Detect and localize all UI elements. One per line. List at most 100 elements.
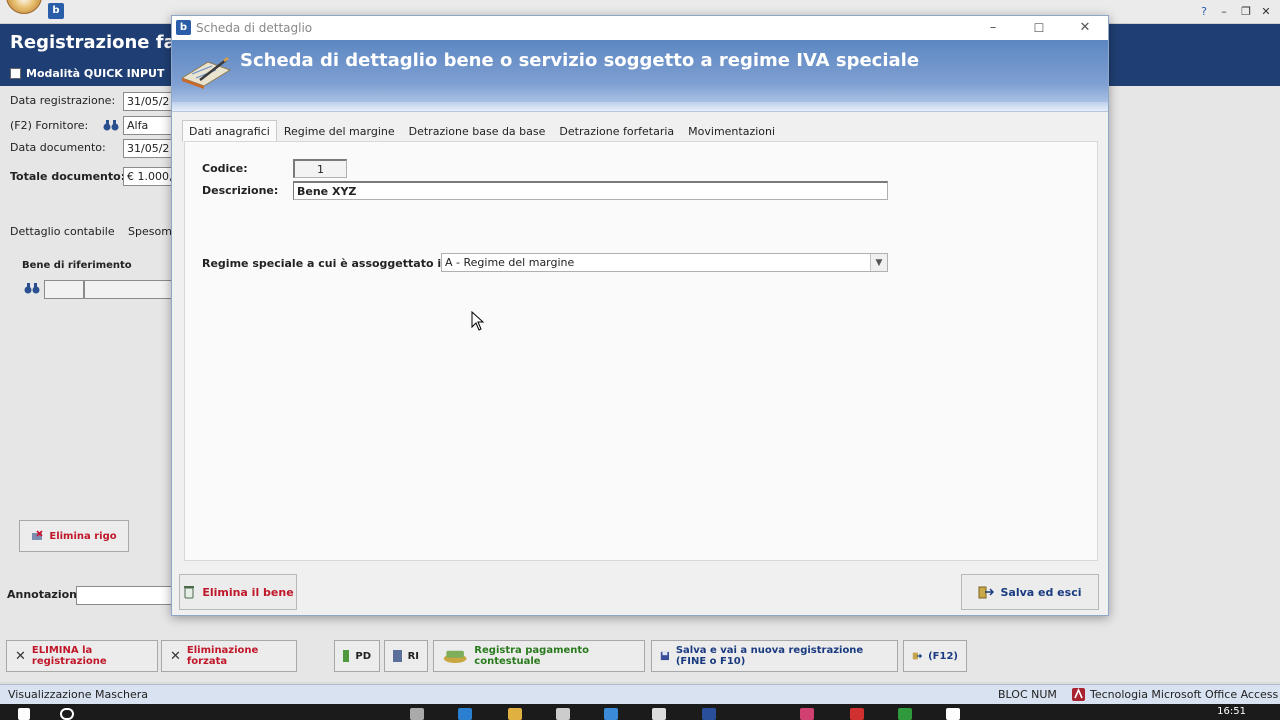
restore-icon[interactable]: ❐ bbox=[1238, 4, 1254, 20]
tab-dati-anagrafici[interactable]: Dati anagrafici bbox=[182, 120, 277, 142]
descrizione-input[interactable]: Bene XYZ bbox=[293, 181, 888, 200]
quick-input-label: Modalità QUICK INPUT bbox=[26, 67, 165, 80]
ri-button[interactable]: RI bbox=[384, 640, 428, 672]
tab-detrazione-base-da-base[interactable]: Detrazione base da base bbox=[402, 120, 553, 142]
f12-button[interactable]: (F12) bbox=[903, 640, 967, 672]
delete-row-icon bbox=[32, 530, 43, 540]
app-icon: b bbox=[176, 20, 191, 35]
edge-icon[interactable] bbox=[458, 708, 472, 720]
calculator-icon[interactable] bbox=[652, 708, 666, 720]
data-registrazione-label: Data registrazione: bbox=[10, 94, 116, 107]
status-bar: Visualizzazione Maschera BLOC NUM Tecnol… bbox=[0, 684, 1280, 704]
exit-icon bbox=[912, 652, 923, 660]
save-icon bbox=[660, 651, 670, 661]
close-icon[interactable]: ✕ bbox=[1258, 4, 1274, 20]
elimina-registrazione-label: ELIMINA la registrazione bbox=[31, 645, 107, 667]
app-icon[interactable] bbox=[800, 708, 814, 720]
money-icon bbox=[443, 650, 467, 664]
bene-riferimento-label: Bene di riferimento bbox=[22, 260, 132, 271]
mail-icon[interactable] bbox=[604, 708, 618, 720]
folder-icon[interactable] bbox=[508, 708, 522, 720]
ri-icon bbox=[393, 650, 402, 662]
data-documento-label: Data documento: bbox=[10, 141, 106, 154]
chrome-icon[interactable] bbox=[850, 708, 864, 720]
status-technology: Tecnologia Microsoft Office Access bbox=[1090, 688, 1279, 701]
regime-speciale-select[interactable]: A - Regime del margine ▼ bbox=[441, 253, 888, 272]
excel-icon[interactable] bbox=[898, 708, 912, 720]
data-documento-input[interactable]: 31/05/2 bbox=[123, 139, 175, 158]
elimina-rigo-label: Elimina rigo bbox=[49, 530, 117, 542]
binoculars-icon[interactable] bbox=[103, 118, 119, 132]
taskbar: 16:51 bbox=[0, 704, 1280, 720]
taskbar-clock: 16:51 bbox=[1217, 706, 1246, 717]
ri-label: RI bbox=[407, 650, 419, 662]
quick-input-toggle[interactable]: Modalità QUICK INPUT bbox=[10, 67, 164, 80]
codice-field[interactable]: 1 bbox=[293, 159, 347, 178]
bene-descrizione-input[interactable] bbox=[84, 280, 174, 299]
totale-documento-label: Totale documento: bbox=[10, 170, 126, 183]
access-taskbar-icon[interactable] bbox=[946, 708, 960, 720]
eliminazione-forzata-button[interactable]: ✕ Eliminazione forzata bbox=[161, 640, 297, 672]
bene-codice-input[interactable] bbox=[44, 280, 84, 299]
task-view-icon[interactable] bbox=[410, 708, 424, 720]
elimina-rigo-button[interactable]: Elimina rigo bbox=[19, 520, 129, 552]
registra-pagamento-label: Registra pagamento contestuale bbox=[474, 645, 590, 667]
app-icon: b bbox=[48, 3, 64, 19]
status-view-mode: Visualizzazione Maschera bbox=[8, 688, 148, 701]
regime-speciale-value: A - Regime del margine bbox=[445, 256, 575, 269]
pd-icon bbox=[343, 650, 350, 662]
minimize-icon[interactable]: – bbox=[1216, 4, 1232, 20]
notebook-pencil-icon bbox=[180, 57, 232, 89]
salva-esci-label: Salva ed esci bbox=[1000, 585, 1082, 599]
windows-start-icon[interactable] bbox=[18, 708, 30, 720]
status-num-lock: BLOC NUM bbox=[998, 688, 1057, 701]
dati-anagrafici-panel: Codice: 1 Descrizione: Bene XYZ Regime s… bbox=[184, 141, 1098, 561]
mouse-cursor-icon bbox=[471, 311, 485, 331]
store-icon[interactable] bbox=[556, 708, 570, 720]
tab-detrazione-forfetaria[interactable]: Detrazione forfetaria bbox=[552, 120, 681, 142]
form-title: Registrazione fatt bbox=[10, 32, 193, 53]
dialog-titlebar[interactable]: b Scheda di dettaglio – ☐ ✕ bbox=[172, 16, 1108, 40]
exit-door-icon bbox=[978, 586, 995, 599]
elimina-bene-label: Elimina il bene bbox=[202, 585, 294, 599]
salva-nuova-label: Salva e vai a nuova registrazione (FINE … bbox=[675, 645, 864, 667]
data-registrazione-input[interactable]: 31/05/2 bbox=[123, 92, 175, 111]
maximize-icon[interactable]: ☐ bbox=[1016, 16, 1062, 40]
f12-label: (F12) bbox=[928, 650, 958, 662]
quick-input-checkbox[interactable] bbox=[10, 68, 21, 79]
tab-dettaglio-contabile[interactable]: Dettaglio contabile bbox=[10, 225, 115, 238]
descrizione-label: Descrizione: bbox=[202, 184, 279, 197]
eliminazione-forzata-label: Eliminazione forzata bbox=[186, 645, 259, 667]
codice-label: Codice: bbox=[202, 162, 248, 175]
word-icon[interactable] bbox=[702, 708, 716, 720]
chevron-down-icon[interactable]: ▼ bbox=[870, 254, 887, 271]
search-icon[interactable] bbox=[60, 708, 74, 720]
binoculars-icon[interactable] bbox=[24, 281, 40, 295]
dialog-header: Scheda di dettaglio bene o servizio sogg… bbox=[172, 40, 1108, 102]
annotazioni-label: Annotazioni: bbox=[7, 588, 86, 601]
tab-spesometro[interactable]: Spesom bbox=[128, 225, 172, 238]
help-icon[interactable]: ? bbox=[1196, 4, 1212, 20]
office-button-icon[interactable] bbox=[6, 0, 42, 14]
header-separator bbox=[172, 102, 1108, 112]
elimina-bene-button[interactable]: Elimina il bene bbox=[179, 574, 297, 610]
minimize-icon[interactable]: – bbox=[970, 16, 1016, 40]
annotazioni-input[interactable] bbox=[76, 586, 174, 605]
salva-nuova-registrazione-button[interactable]: Salva e vai a nuova registrazione (FINE … bbox=[651, 640, 898, 672]
detail-dialog: b Scheda di dettaglio – ☐ ✕ Scheda di de… bbox=[171, 15, 1109, 616]
registra-pagamento-button[interactable]: Registra pagamento contestuale bbox=[433, 640, 645, 672]
pd-button[interactable]: PD bbox=[334, 640, 380, 672]
fornitore-label: (F2) Fornitore: bbox=[10, 119, 89, 132]
trash-icon bbox=[184, 586, 195, 599]
elimina-registrazione-button[interactable]: ✕ ELIMINA la registrazione bbox=[6, 640, 158, 672]
x-icon: ✕ bbox=[15, 648, 26, 664]
tab-regime-del-margine[interactable]: Regime del margine bbox=[277, 120, 402, 142]
dialog-window-title: Scheda di dettaglio bbox=[196, 21, 313, 35]
access-logo-icon bbox=[1072, 688, 1085, 701]
dialog-header-title: Scheda di dettaglio bene o servizio sogg… bbox=[240, 50, 920, 71]
totale-documento-input[interactable]: € 1.000, bbox=[123, 167, 175, 186]
tab-movimentazioni[interactable]: Movimentazioni bbox=[681, 120, 782, 142]
close-icon[interactable]: ✕ bbox=[1062, 16, 1108, 40]
fornitore-input[interactable]: Alfa bbox=[123, 116, 175, 135]
salva-esci-button[interactable]: Salva ed esci bbox=[961, 574, 1099, 610]
